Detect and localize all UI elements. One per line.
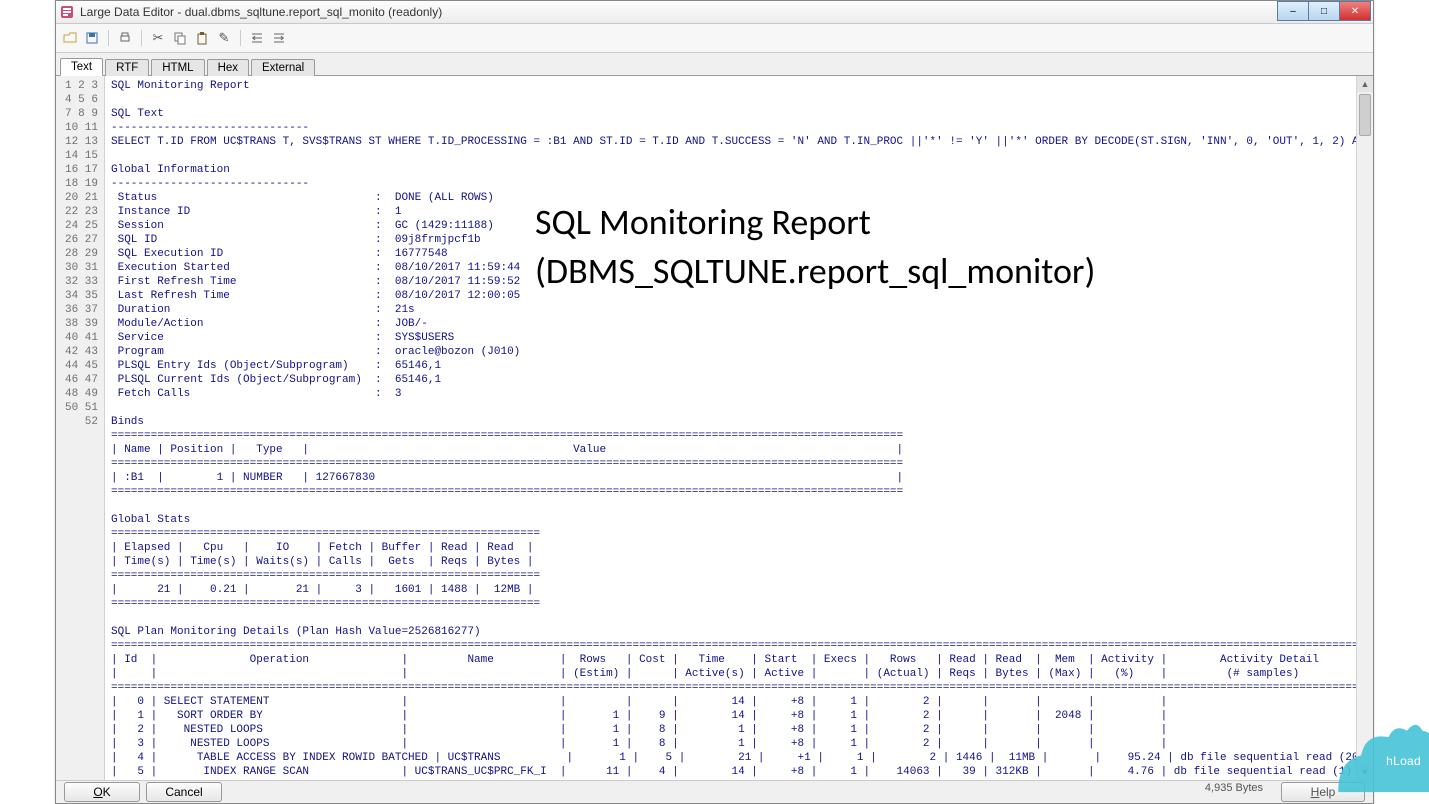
save-icon[interactable] xyxy=(84,30,100,46)
tab-html[interactable]: HTML xyxy=(151,59,204,76)
watermark-label: hLoad xyxy=(1386,754,1421,768)
app-icon xyxy=(60,5,74,19)
status-right: 4,935 Bytes Help xyxy=(1205,782,1365,802)
edit-icon[interactable]: ✎ xyxy=(216,30,232,46)
cut-icon[interactable]: ✂ xyxy=(150,30,166,46)
toolbar-separator xyxy=(240,30,241,46)
window-buttons: – □ ✕ xyxy=(1278,1,1371,21)
editor-window: Large Data Editor - dual.dbms_sqltune.re… xyxy=(55,0,1374,804)
ok-button[interactable]: OK xyxy=(64,782,140,802)
text-editor[interactable]: SQL Monitoring Report SQL Text ---------… xyxy=(105,76,1356,780)
scroll-up-icon[interactable]: ▲ xyxy=(1357,76,1373,92)
bytes-label: 4,935 Bytes xyxy=(1205,782,1263,802)
tab-external[interactable]: External xyxy=(251,59,315,76)
status-bar: OK Cancel 4,935 Bytes Help xyxy=(56,780,1373,803)
help-button[interactable]: Help xyxy=(1281,782,1365,802)
cancel-button[interactable]: Cancel xyxy=(146,782,222,802)
close-button[interactable]: ✕ xyxy=(1339,1,1371,21)
window-title: Large Data Editor - dual.dbms_sqltune.re… xyxy=(80,5,442,19)
scroll-down-icon[interactable]: ▼ xyxy=(1357,764,1373,780)
maximize-button[interactable]: □ xyxy=(1308,1,1340,21)
dialog-buttons: OK Cancel xyxy=(64,782,222,802)
tab-text[interactable]: Text xyxy=(60,58,103,76)
paste-icon[interactable] xyxy=(194,30,210,46)
print-icon[interactable] xyxy=(117,30,133,46)
editor-body: 1 2 3 4 5 6 7 8 9 10 11 12 13 14 15 16 1… xyxy=(56,76,1373,780)
open-icon[interactable] xyxy=(62,30,78,46)
line-gutter: 1 2 3 4 5 6 7 8 9 10 11 12 13 14 15 16 1… xyxy=(56,76,105,780)
indent-left-icon[interactable] xyxy=(249,30,265,46)
toolbar-separator xyxy=(108,30,109,46)
tab-rtf[interactable]: RTF xyxy=(105,59,149,76)
copy-icon[interactable] xyxy=(172,30,188,46)
indent-right-icon[interactable] xyxy=(271,30,287,46)
tab-hex[interactable]: Hex xyxy=(207,59,249,76)
toolbar: ✂ ✎ xyxy=(56,24,1373,53)
minimize-button[interactable]: – xyxy=(1277,1,1309,21)
titlebar: Large Data Editor - dual.dbms_sqltune.re… xyxy=(56,1,1373,24)
vertical-scrollbar[interactable]: ▲ ▼ xyxy=(1356,76,1373,780)
toolbar-separator xyxy=(141,30,142,46)
scroll-thumb[interactable] xyxy=(1359,94,1371,136)
tab-strip: Text RTF HTML Hex External xyxy=(56,53,1373,76)
